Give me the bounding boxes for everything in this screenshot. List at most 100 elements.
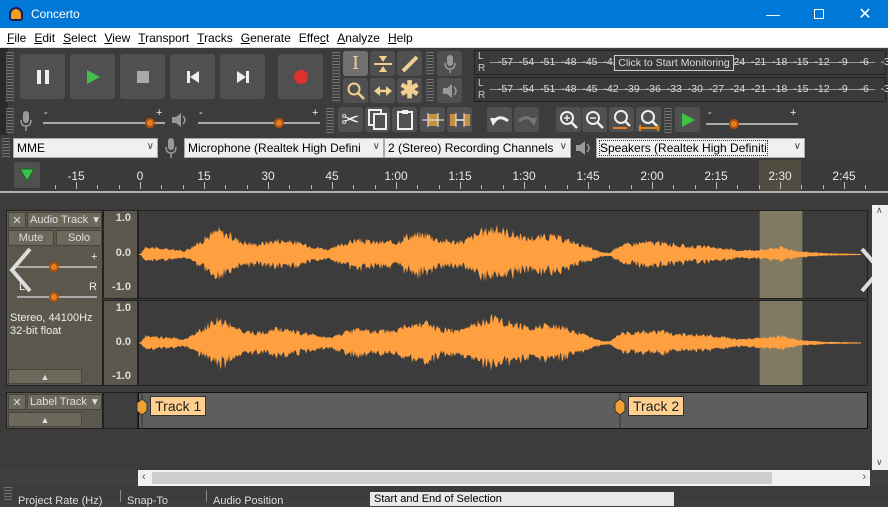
- horizontal-scroll-thumb[interactable]: [152, 472, 772, 484]
- recording-device-select[interactable]: Microphone (Realtek High Defini ∨: [184, 138, 384, 158]
- minimize-button[interactable]: —: [750, 0, 796, 28]
- menu-bar: File Edit Select View Transport Tracks Generat…: [0, 28, 888, 48]
- transport-toolbar-grip[interactable]: [6, 52, 14, 102]
- scroll-up-icon[interactable]: ∧: [876, 205, 883, 216]
- stop-button[interactable]: [120, 54, 165, 99]
- pause-button[interactable]: [20, 54, 65, 99]
- solo-label: Solo: [67, 232, 91, 244]
- playback-meter-button[interactable]: [437, 78, 462, 103]
- selection-type-select[interactable]: Start and End of Selection: [370, 492, 674, 506]
- device-toolbar-grip[interactable]: [2, 138, 10, 158]
- play-button[interactable]: [70, 54, 115, 99]
- solo-button[interactable]: Solo: [56, 230, 102, 246]
- waveform-shape: [139, 224, 861, 282]
- playback-meter[interactable]: LR -57 -54 -51 -48 -45 -42 -39 -36 -33 -30 -27 -24-…: [474, 77, 888, 102]
- waveform-left-channel[interactable]: [138, 210, 868, 299]
- playback-device-value: Speakers (Realtek High Definiti: [599, 140, 768, 156]
- label-marker-icon[interactable]: [613, 393, 627, 432]
- record-volume-max: +: [156, 107, 163, 119]
- menu-select[interactable]: Select: [63, 31, 96, 45]
- track-menu-button[interactable]: Audio Track ▼: [27, 212, 102, 228]
- ruler-tick: [417, 185, 419, 189]
- pan-knob[interactable]: [49, 292, 59, 302]
- close-track-button[interactable]: ✕: [8, 394, 26, 410]
- zoom-in-button[interactable]: [556, 107, 581, 132]
- menu-file[interactable]: File: [7, 31, 26, 45]
- zoom-tool-button[interactable]: [343, 78, 368, 103]
- redo-button[interactable]: [514, 107, 539, 132]
- close-button[interactable]: ✕: [842, 0, 888, 28]
- record-button[interactable]: [278, 54, 323, 99]
- menu-view[interactable]: View: [104, 31, 130, 45]
- menu-generate[interactable]: Generate: [241, 31, 291, 45]
- record-meter-button[interactable]: [437, 51, 462, 76]
- cut-button[interactable]: ✂: [338, 107, 363, 132]
- fit-project-button[interactable]: [636, 107, 661, 132]
- playback-speed-slider[interactable]: [706, 123, 798, 125]
- collapse-track-button[interactable]: ▲: [8, 412, 82, 427]
- time-shift-tool-button[interactable]: [370, 78, 395, 103]
- skip-to-end-button[interactable]: [220, 54, 265, 99]
- playback-meter-grip[interactable]: [426, 79, 434, 101]
- mixer-toolbar-grip[interactable]: [6, 108, 14, 133]
- label-marker-icon[interactable]: [135, 393, 149, 432]
- gain-knob[interactable]: [49, 262, 59, 272]
- paste-button[interactable]: [392, 107, 417, 132]
- playback-volume-knob[interactable]: [273, 118, 284, 128]
- collapse-track-button[interactable]: ▲: [8, 369, 82, 384]
- label-text-box[interactable]: Track 2: [628, 396, 685, 416]
- waveform-right-channel[interactable]: [138, 300, 868, 386]
- meter-tick-label: -45: [582, 56, 598, 68]
- copy-button[interactable]: [365, 107, 390, 132]
- play-icon: [86, 69, 100, 84]
- selection-toolbar-grip[interactable]: [4, 487, 12, 502]
- edit-toolbar-grip[interactable]: [326, 108, 334, 133]
- zoom-out-button[interactable]: [582, 107, 607, 132]
- label-text-box[interactable]: Track 1: [150, 396, 207, 416]
- multi-tool-button[interactable]: ✱: [397, 78, 422, 103]
- start-monitoring-tooltip[interactable]: Click to Start Monitoring: [614, 55, 734, 71]
- recording-channels-select[interactable]: 2 (Stereo) Recording Channels ∨: [384, 138, 571, 158]
- asterisk-icon: ✱: [399, 76, 420, 104]
- envelope-tool-button[interactable]: [370, 51, 395, 76]
- horizontal-scrollbar[interactable]: ‹ ›: [138, 470, 870, 486]
- undo-button[interactable]: [487, 107, 512, 132]
- scroll-right-icon[interactable]: ›: [862, 471, 866, 483]
- playback-volume-slider[interactable]: [198, 122, 320, 124]
- play-at-speed-button[interactable]: [675, 107, 700, 132]
- menu-analyze[interactable]: Analyze: [337, 31, 380, 45]
- play-at-speed-grip[interactable]: [664, 108, 672, 133]
- ruler-tick-label: 1:45: [576, 169, 600, 183]
- menu-tracks[interactable]: Tracks: [197, 31, 233, 45]
- scroll-down-icon[interactable]: ∨: [876, 457, 883, 468]
- label-track-area[interactable]: [138, 392, 868, 429]
- label-track-ruler: [103, 392, 138, 429]
- timeline-ruler[interactable]: -15 0 15 30 45 1:00 1:15 1:30 1:45 2:00 2:15 2:30 2:…: [0, 160, 888, 193]
- track-menu-button[interactable]: Label Track ▼: [27, 394, 102, 410]
- fit-selection-button[interactable]: [609, 107, 634, 132]
- project-rate-label: Project Rate (Hz): [18, 495, 103, 507]
- skip-to-start-button[interactable]: [170, 54, 215, 99]
- ruler-tick: [460, 182, 461, 189]
- menu-effect[interactable]: Effect: [299, 31, 329, 45]
- mute-button[interactable]: Mute: [8, 230, 54, 246]
- playback-device-select[interactable]: Speakers (Realtek High Definiti ∨: [596, 138, 805, 158]
- menu-edit[interactable]: Edit: [34, 31, 55, 45]
- audio-host-select[interactable]: MME ∨: [13, 138, 158, 158]
- maximize-button[interactable]: [796, 0, 842, 28]
- silence-audio-button[interactable]: [447, 107, 472, 132]
- trim-audio-button[interactable]: [420, 107, 445, 132]
- selection-tool-button[interactable]: I: [343, 51, 368, 76]
- menu-help[interactable]: Help: [388, 31, 413, 45]
- previous-arrow-icon[interactable]: [6, 245, 36, 295]
- close-track-button[interactable]: ✕: [8, 212, 26, 228]
- timeline-options-button[interactable]: [14, 162, 40, 188]
- draw-tool-button[interactable]: [397, 51, 422, 76]
- record-meter-grip[interactable]: [426, 52, 434, 74]
- playback-speed-knob[interactable]: [728, 119, 739, 129]
- menu-transport[interactable]: Transport: [138, 31, 189, 45]
- vertical-scrollbar[interactable]: ∧ ∨: [872, 205, 888, 470]
- scroll-left-icon[interactable]: ‹: [142, 471, 146, 483]
- tools-toolbar-grip[interactable]: [332, 52, 340, 102]
- ruler-tick: [566, 185, 568, 189]
